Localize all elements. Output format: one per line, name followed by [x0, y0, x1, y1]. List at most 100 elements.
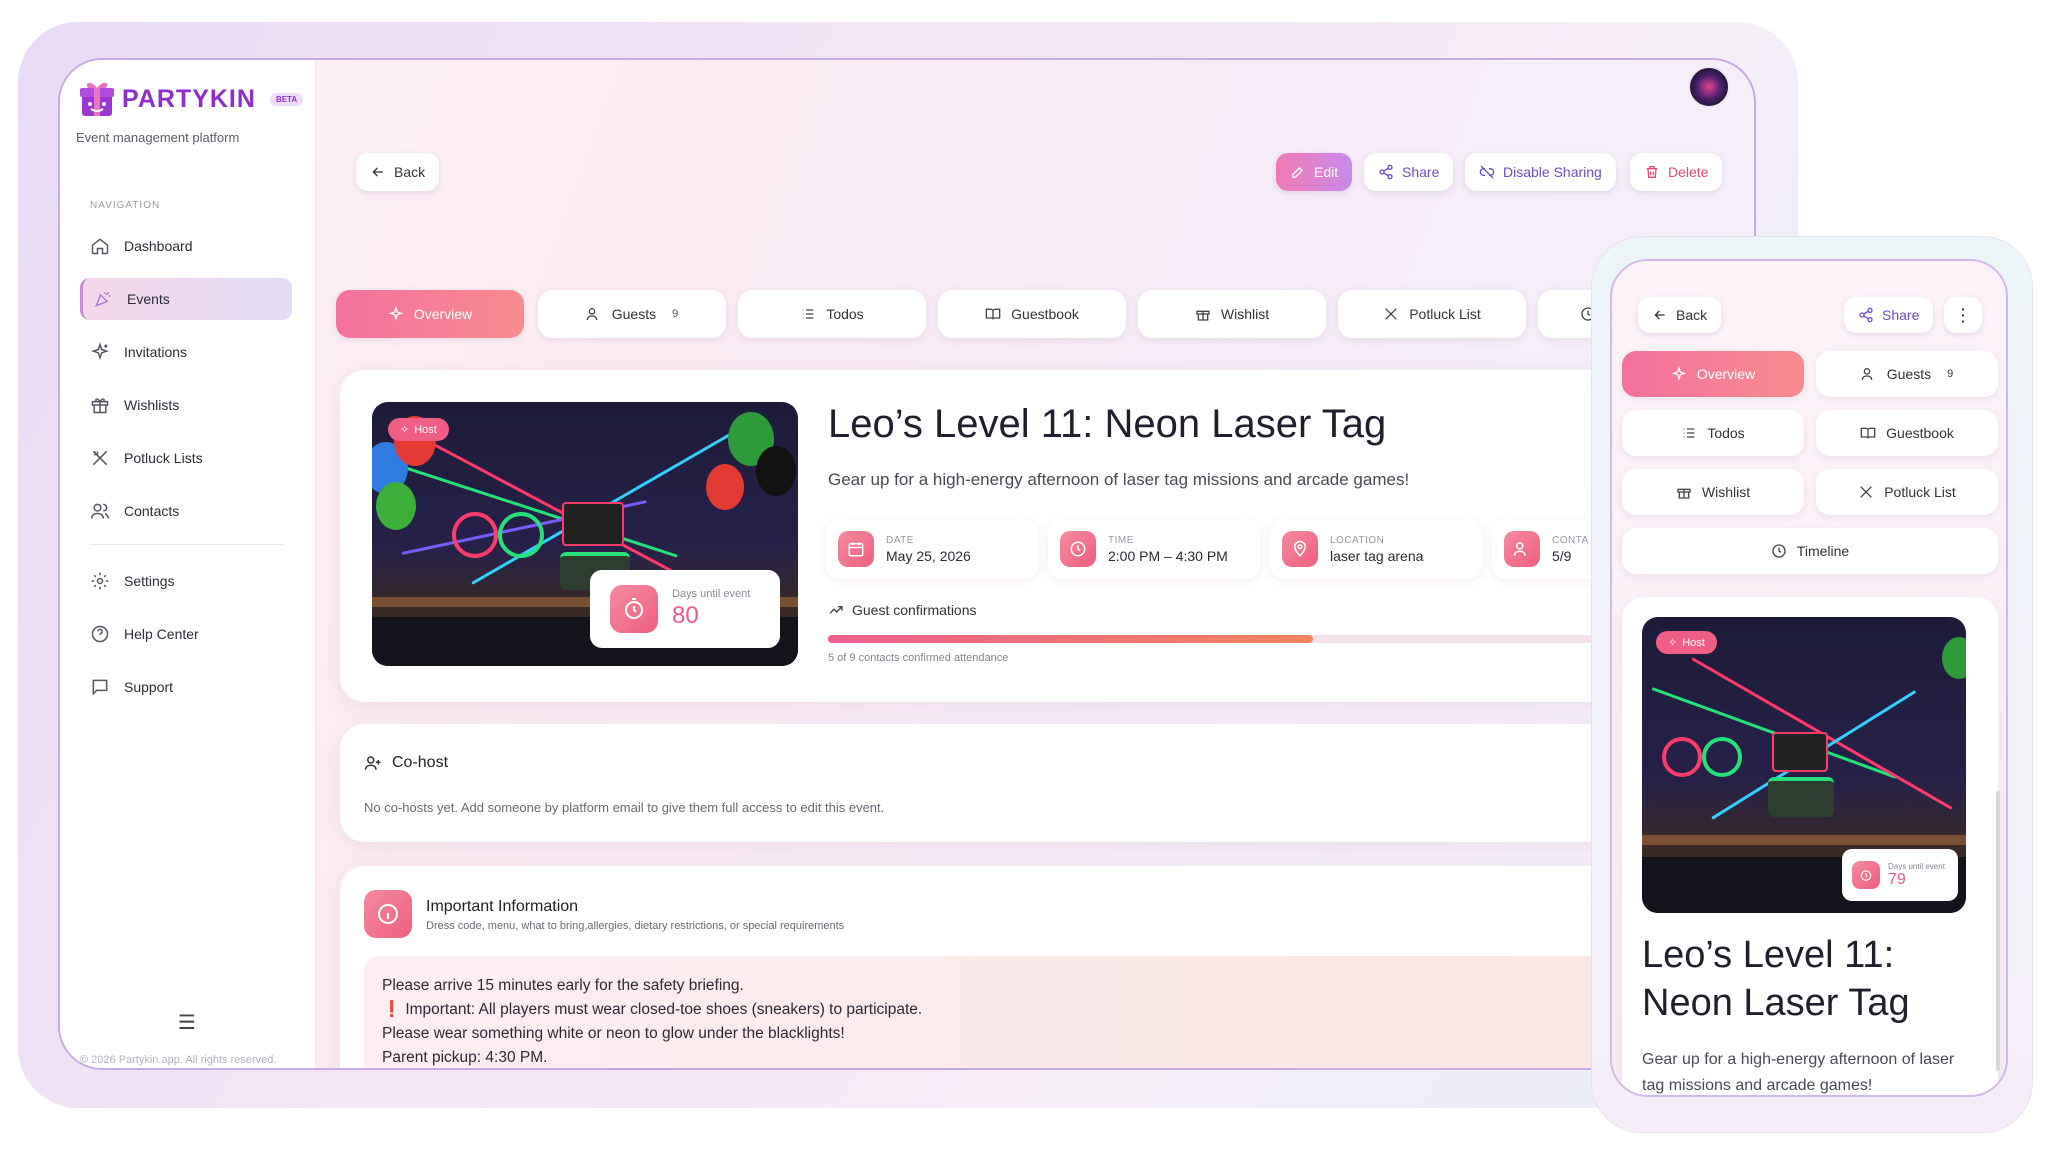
mobile-host-badge: ✧ Host: [1656, 631, 1717, 654]
logo[interactable]: PARTYKIN BETA: [78, 78, 304, 120]
mobile-screen: Back Share ⋮ Overview Guests 9 Todos Gue…: [1610, 259, 2008, 1097]
timer-icon: [625, 598, 643, 619]
chat-icon: [92, 679, 108, 696]
edit-button[interactable]: Edit: [1276, 153, 1353, 191]
sidebar-item-label: Events: [127, 291, 170, 307]
disable-sharing-button[interactable]: Disable Sharing: [1465, 153, 1616, 191]
note-line: Important: All players must wear closed-…: [405, 1001, 923, 1018]
trend-up-icon: [829, 606, 843, 614]
sidebar-item-potluck-lists[interactable]: Potluck Lists: [80, 437, 292, 479]
sparkle-icon: [388, 306, 404, 321]
unlink-icon: [1479, 165, 1495, 179]
sidebar-item-label: Contacts: [124, 503, 180, 519]
sidebar-item-events[interactable]: Events: [80, 278, 292, 320]
cohost-text: No co-hosts yet. Add someone by platform…: [364, 800, 885, 815]
sidebar-item-contacts[interactable]: Contacts: [80, 490, 292, 532]
mobile-tab-todos[interactable]: Todos: [1622, 410, 1804, 456]
sparkle-icon: ✧: [1668, 637, 1678, 649]
user-plus-icon: [364, 756, 381, 770]
sidebar-item-label: Support: [124, 679, 174, 695]
arrow-left-icon: [1654, 310, 1665, 320]
mobile-overview-card: ✧ Host Days until event 79 Leo’s Level 1…: [1622, 597, 1998, 1095]
calendar-icon: [848, 542, 864, 557]
list-icon: [802, 309, 814, 319]
nav-divider: [90, 544, 285, 545]
gear-icon: [91, 572, 109, 590]
mobile-tab-wishlist[interactable]: Wishlist: [1622, 469, 1804, 515]
sparkle-icon: [90, 342, 110, 361]
sidebar-item-invitations[interactable]: Invitations: [80, 331, 292, 373]
important-notes: Please arrive 15 minutes early for the s…: [364, 956, 1754, 1068]
important-info-card: Important Information Dress code, menu, …: [340, 866, 1754, 1068]
nav-heading: NAVIGATION: [90, 200, 161, 211]
mobile-device: Back Share ⋮ Overview Guests 9 Todos Gue…: [1592, 237, 2032, 1132]
sidebar-item-dashboard[interactable]: Dashboard: [80, 225, 292, 267]
mobile-tab-timeline[interactable]: Timeline: [1622, 528, 1998, 574]
sidebar-item-label: Dashboard: [124, 238, 193, 254]
users-icon: [586, 308, 598, 321]
mobile-tab-guests[interactable]: Guests 9: [1816, 351, 1998, 397]
copyright: © 2026 Partykin.app. All rights reserved…: [80, 1054, 277, 1066]
mobile-share-button[interactable]: Share: [1844, 297, 1934, 333]
event-title: Leo’s Level 11: Neon Laser Tag: [828, 402, 1387, 446]
sparkle-icon: [1671, 366, 1687, 381]
menu-toggle-icon[interactable]: ☰: [178, 1010, 196, 1035]
edit-icon: [1292, 167, 1303, 178]
mobile-tab-overview[interactable]: Overview: [1622, 351, 1804, 397]
time-info: TIME 2:00 PM – 4:30 PM: [1048, 519, 1260, 579]
mobile-event-cover-image: ✧ Host Days until event 79: [1642, 617, 1966, 913]
sidebar-item-settings[interactable]: Settings: [80, 560, 292, 602]
guest-confirmations-label: Guest confirmations: [828, 602, 977, 618]
more-options-icon[interactable]: ⋮: [1944, 297, 1982, 333]
tab-overview[interactable]: Overview: [336, 290, 524, 338]
list-icon: [1683, 428, 1695, 438]
arrow-left-icon: [372, 167, 383, 177]
tab-potluck-list[interactable]: Potluck List: [1338, 290, 1526, 338]
tab-todos[interactable]: Todos: [738, 290, 926, 338]
utensils-icon: [92, 450, 108, 466]
note-line: Parent pickup: 4:30 PM.: [382, 1049, 548, 1066]
home-icon: [91, 238, 109, 255]
host-badge: ✧ Host: [388, 418, 449, 441]
book-icon: [985, 308, 1001, 320]
mobile-tab-potluck-list[interactable]: Potluck List: [1816, 469, 1998, 515]
gift-icon: [1196, 310, 1210, 321]
info-icon: [378, 904, 398, 924]
mobile-back-button[interactable]: Back: [1638, 297, 1722, 333]
gift-icon: [1677, 488, 1691, 499]
beta-badge: BETA: [269, 92, 304, 106]
sidebar-item-support[interactable]: Support: [80, 666, 292, 708]
book-icon: [1860, 427, 1876, 439]
event-cover-image: ✧ Host Days until event 80: [372, 402, 798, 666]
delete-button[interactable]: Delete: [1630, 153, 1723, 191]
sidebar-item-wishlists[interactable]: Wishlists: [80, 384, 292, 426]
mobile-event-title: Leo’s Level 11: Neon Laser Tag: [1642, 934, 1910, 1024]
timer-icon: [1860, 870, 1872, 881]
clock-icon: [1070, 541, 1086, 557]
mobile-event-description: Gear up for a high-energy afternoon of l…: [1642, 1051, 1955, 1094]
avatar[interactable]: [1688, 66, 1730, 108]
sidebar: PARTYKIN BETA Event management platform …: [60, 60, 316, 1068]
tab-guestbook[interactable]: Guestbook: [938, 290, 1126, 338]
gift-icon: [91, 398, 109, 414]
mobile-tab-guestbook[interactable]: Guestbook: [1816, 410, 1998, 456]
tab-wishlist[interactable]: Wishlist: [1138, 290, 1326, 338]
party-icon: [95, 291, 111, 307]
sidebar-item-help-center[interactable]: Help Center: [80, 613, 292, 655]
sidebar-item-label: Help Center: [124, 626, 199, 642]
countdown-card: Days until event 80: [590, 570, 780, 648]
utensils-icon: [1385, 308, 1398, 320]
important-subtitle: Dress code, menu, what to bring,allergie…: [426, 920, 845, 932]
sidebar-item-label: Invitations: [124, 344, 188, 360]
note-line: Please arrive 15 minutes early for the s…: [382, 977, 744, 994]
cohost-card: Co-host No co-hosts yet. Add someone by …: [340, 724, 1754, 842]
tab-guests[interactable]: Guests 9: [538, 290, 726, 338]
gift-logo-icon: [80, 82, 114, 116]
date-info: DATE May 25, 2026: [826, 519, 1038, 579]
back-button[interactable]: Back: [356, 153, 440, 191]
trash-icon: [1646, 166, 1658, 178]
cohost-title: Co-host: [392, 754, 449, 771]
guest-count: 9: [672, 308, 679, 320]
share-button[interactable]: Share: [1364, 153, 1454, 191]
mobile-scrollbar[interactable]: [1996, 791, 2000, 1071]
